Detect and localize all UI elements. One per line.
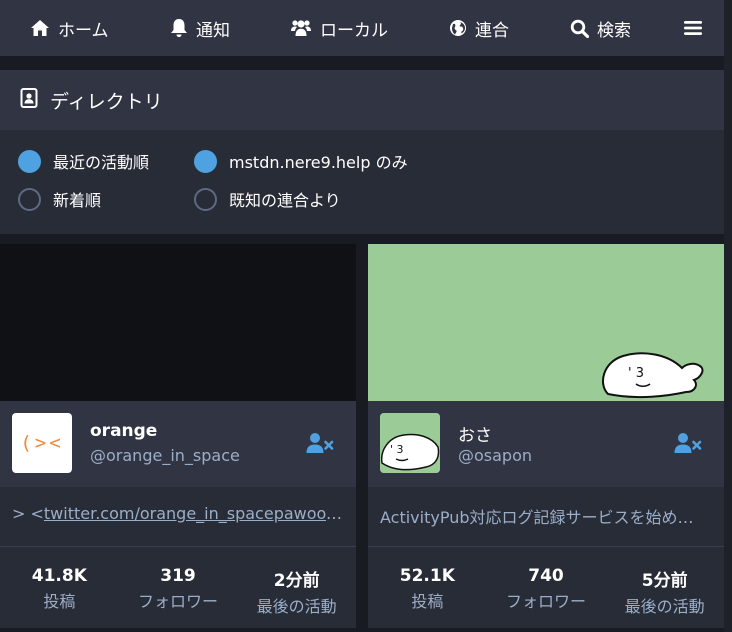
account-bio: > <twitter.com/orange_in_spacepawoo.… — [0, 487, 356, 547]
users-icon — [290, 19, 312, 37]
stat-followers-label: フォロワー — [138, 592, 219, 611]
option-from-federation[interactable]: 既知の連合より — [194, 187, 341, 211]
home-icon — [30, 19, 50, 37]
stat-followers-value: 740 — [528, 566, 564, 586]
option-new-arrivals-label: 新着順 — [53, 191, 102, 210]
stat-followers-label: フォロワー — [506, 592, 587, 611]
avatar-image: ' 3 — [380, 413, 440, 473]
globe-icon — [449, 19, 467, 37]
stat-posts: 41.8K 投稿 — [0, 548, 119, 628]
option-local-only[interactable]: mstdn.nere9.help のみ — [194, 149, 408, 173]
avatar-text: (>< — [20, 432, 64, 454]
bio-link[interactable]: twitter.com/orange_in_spacepawoo.… — [44, 504, 347, 523]
unfollow-button[interactable] — [674, 432, 702, 458]
stat-posts-value: 41.8K — [31, 566, 87, 586]
address-book-icon — [20, 87, 38, 113]
option-recent-active-label: 最近の活動順 — [53, 153, 150, 172]
tab-notifications[interactable]: 通知 — [170, 0, 230, 56]
account-banner: ' 3 — [368, 244, 724, 401]
user-times-icon — [306, 433, 334, 458]
stat-last-active-value: 2分前 — [273, 571, 320, 591]
account-handle: @orange_in_space — [90, 446, 240, 465]
stat-last-active-value: 5分前 — [641, 571, 688, 591]
tab-local[interactable]: ローカル — [290, 0, 388, 56]
radio-selected-icon — [194, 149, 217, 173]
directory-filter-options: 最近の活動順 新着順 mstdn.nere9.help のみ 既知の連合より — [0, 130, 724, 234]
unfollow-button[interactable] — [306, 432, 334, 458]
menu-icon — [683, 20, 703, 36]
stat-last-active: 2分前 最後の活動 — [237, 548, 356, 628]
tab-search-label: 検索 — [597, 20, 631, 41]
radio-unselected-icon — [194, 187, 217, 211]
search-icon — [570, 19, 589, 38]
bell-icon — [170, 18, 188, 38]
stat-last-active-label: 最後の活動 — [624, 597, 705, 616]
tab-notifications-label: 通知 — [196, 20, 230, 41]
account-bio: ActivityPub対応ログ記録サービスを始め… — [368, 487, 724, 547]
tab-federated[interactable]: 連合 — [449, 0, 509, 56]
stat-last-active: 5分前 最後の活動 — [605, 548, 724, 628]
option-local-only-label: mstdn.nere9.help のみ — [229, 153, 408, 172]
account-stats: 52.1K 投稿 740 フォロワー 5分前 最後の活動 — [368, 548, 724, 628]
account-card[interactable]: ' 3 ' 3 おさ @osapon ActivityPub対応ログ記録サービス… — [368, 244, 724, 628]
stat-posts: 52.1K 投稿 — [368, 548, 487, 628]
svg-text:' 3: ' 3 — [628, 366, 644, 381]
directory-header: ディレクトリ — [0, 70, 724, 130]
radio-selected-icon — [18, 149, 41, 173]
stat-posts-label: 投稿 — [411, 592, 444, 611]
radio-unselected-icon — [18, 187, 41, 211]
display-name: orange — [90, 421, 158, 441]
avatar[interactable]: (>< — [12, 413, 72, 473]
stat-followers-value: 319 — [160, 566, 196, 586]
account-handle: @osapon — [458, 446, 533, 465]
tab-search[interactable]: 検索 — [570, 0, 631, 56]
avatar[interactable]: ' 3 — [380, 413, 440, 473]
svg-text:' 3: ' 3 — [390, 443, 404, 456]
display-name: おさ — [458, 426, 492, 446]
stat-posts-label: 投稿 — [43, 592, 76, 611]
tab-local-label: ローカル — [320, 20, 388, 41]
stat-last-active-label: 最後の活動 — [256, 597, 337, 616]
account-stats: 41.8K 投稿 319 フォロワー 2分前 最後の活動 — [0, 548, 356, 628]
user-times-icon — [674, 433, 702, 458]
account-card[interactable]: (>< orange @orange_in_space > <twitter.c… — [0, 244, 356, 628]
tab-home[interactable]: ホーム — [30, 0, 109, 56]
stat-followers: 319 フォロワー — [119, 548, 238, 628]
banner-character-illustration: ' 3 — [602, 352, 704, 399]
top-navigation: ホーム 通知 ローカル 連合 検索 — [0, 0, 724, 56]
scrollbar-track[interactable] — [724, 0, 732, 632]
account-identity[interactable]: ' 3 おさ @osapon — [368, 401, 724, 487]
stat-posts-value: 52.1K — [399, 566, 455, 586]
tab-home-label: ホーム — [58, 20, 109, 41]
option-new-arrivals[interactable]: 新着順 — [18, 187, 101, 211]
directory-title: ディレクトリ — [50, 90, 163, 113]
stat-followers: 740 フォロワー — [487, 548, 606, 628]
account-identity[interactable]: (>< orange @orange_in_space — [0, 401, 356, 487]
option-recent-active[interactable]: 最近の活動順 — [18, 149, 149, 173]
bio-text: > < — [12, 504, 44, 523]
account-banner — [0, 244, 356, 401]
menu-button[interactable] — [683, 0, 703, 56]
option-from-federation-label: 既知の連合より — [229, 191, 341, 210]
tab-federated-label: 連合 — [475, 20, 509, 41]
